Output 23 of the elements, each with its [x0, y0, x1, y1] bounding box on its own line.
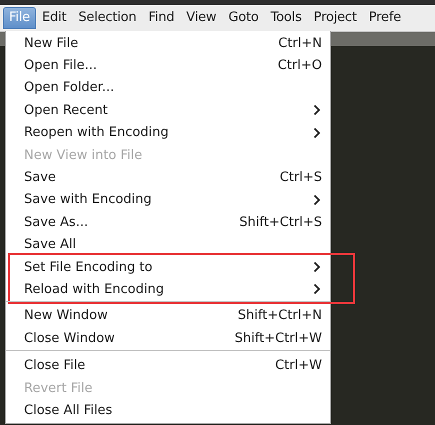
menu-item[interactable]: Reopen with Encoding — [6, 122, 330, 144]
menu-item[interactable]: Close All Files — [6, 399, 330, 422]
menu-item[interactable]: Save Ctrl+S — [6, 166, 330, 189]
menu-item[interactable]: Save with Encoding — [6, 188, 330, 212]
menu-item[interactable]: Close Window Shift+Ctrl+W — [6, 327, 330, 350]
menu-bar-item[interactable]: Edit — [36, 7, 72, 29]
menu-bar-item[interactable]: Tools — [264, 7, 308, 29]
menu-item[interactable]: Open File... Ctrl+O — [6, 54, 330, 77]
menu-item[interactable]: Set File Encoding to — [6, 256, 330, 278]
menu-bar-item[interactable]: Project — [308, 7, 363, 29]
menu-bar-item[interactable]: View — [180, 7, 222, 29]
menu-bar-item[interactable]: Prefe — [362, 7, 407, 29]
menu-item[interactable]: Save All — [6, 234, 330, 256]
menu-item[interactable]: New File Ctrl+N — [6, 32, 330, 54]
menu-item[interactable]: New Window Shift+Ctrl+N — [6, 304, 330, 328]
menu-bar-item[interactable]: Find — [142, 7, 180, 29]
menu-item[interactable]: Open Recent — [6, 99, 330, 122]
menu-item[interactable]: Save As... Shift+Ctrl+S — [6, 211, 330, 234]
menu-bar-item[interactable]: Goto — [222, 7, 265, 29]
menu-item[interactable]: Open Folder... — [6, 76, 330, 100]
menu-item[interactable]: Close File Ctrl+W — [6, 354, 330, 377]
menu-item[interactable]: Reload with Encoding — [6, 278, 330, 301]
menu-bar-item[interactable]: Selection — [72, 7, 142, 29]
